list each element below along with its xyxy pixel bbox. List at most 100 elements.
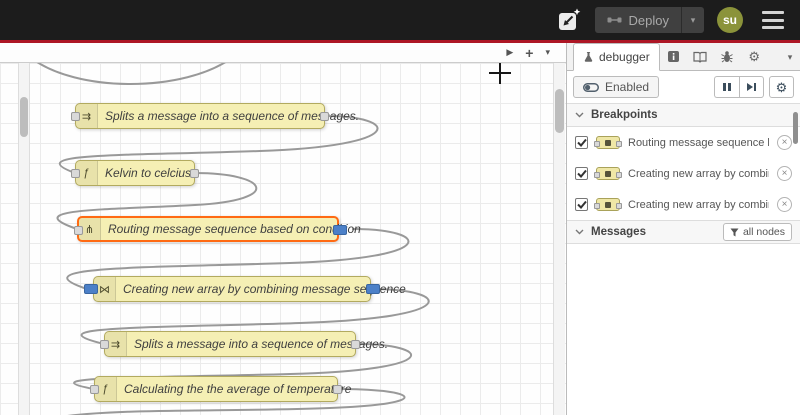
- flow-node-routing[interactable]: ⋔ Routing message sequence based on cond…: [74, 216, 361, 242]
- pause-icon: [722, 82, 732, 92]
- canvas-scrollbar[interactable]: [553, 63, 565, 415]
- debugger-panel: Breakpoints Routing message sequence ba …: [567, 103, 800, 415]
- deploy-button[interactable]: Deploy ▾: [594, 7, 704, 33]
- tab-info[interactable]: [660, 43, 687, 70]
- flow-node-kelvin[interactable]: ƒ Kelvin to celcius: [71, 160, 199, 186]
- deploy-main[interactable]: Deploy: [595, 7, 681, 33]
- deploy-icon: [607, 14, 622, 26]
- node-label: Routing message sequence based on condit…: [108, 222, 361, 236]
- canvas-scrollbar-thumb[interactable]: [555, 89, 564, 133]
- chevron-down-icon: [575, 229, 584, 235]
- tab-config[interactable]: ⚙: [741, 43, 768, 70]
- node-label: Calculating the the average of temperatu…: [124, 382, 352, 396]
- input-port[interactable]: [71, 169, 80, 178]
- flask-icon: [583, 51, 594, 63]
- sidebar-more-tabs-icon[interactable]: ▾: [780, 52, 800, 70]
- output-port[interactable]: [333, 385, 342, 394]
- workspace: ▶ + ▾ ⇉ Splits a message into a sequence…: [0, 43, 566, 415]
- menu-icon[interactable]: [762, 11, 784, 29]
- flow-canvas[interactable]: ⇉ Splits a message into a sequence of me…: [0, 63, 566, 415]
- deploy-label: Deploy: [628, 12, 669, 28]
- breakpoint-label: Creating new array by combini: [628, 167, 769, 180]
- book-icon: [693, 51, 707, 63]
- input-port[interactable]: [90, 385, 99, 394]
- flow-list-icon[interactable]: ▾: [545, 48, 550, 57]
- remove-breakpoint-button[interactable]: ×: [777, 166, 792, 181]
- export-icon[interactable]: [556, 7, 582, 33]
- node-icon: [594, 136, 622, 149]
- input-port[interactable]: [71, 112, 80, 121]
- breakpoint-checkbox[interactable]: [575, 198, 588, 211]
- left-scrollbar-thumb[interactable]: [20, 97, 28, 137]
- tab-debugger-label: debugger: [599, 50, 650, 64]
- close-icon: ×: [781, 137, 788, 148]
- close-icon: ×: [781, 168, 788, 179]
- sidebar-scrollbar-thumb[interactable]: [793, 112, 798, 144]
- flow-node-split-1[interactable]: ⇉ Splits a message into a sequence of me…: [71, 103, 359, 129]
- output-port[interactable]: [320, 112, 329, 121]
- info-icon: [667, 50, 680, 63]
- messages-section-header[interactable]: Messages all nodes: [567, 220, 800, 244]
- breakpoint-row[interactable]: Creating new array by combini ×: [567, 158, 800, 189]
- toggle-icon: [583, 82, 599, 92]
- messages-title: Messages: [591, 226, 646, 238]
- step-icon: [746, 82, 757, 92]
- output-port[interactable]: [351, 340, 360, 349]
- pause-button[interactable]: [714, 76, 739, 98]
- breakpoint-checkbox[interactable]: [575, 167, 588, 180]
- enabled-label: Enabled: [605, 80, 650, 94]
- node-icon: [594, 167, 622, 180]
- main-area: ▶ + ▾ ⇉ Splits a message into a sequence…: [0, 43, 800, 415]
- user-avatar[interactable]: su: [717, 7, 743, 33]
- flow-node-average[interactable]: ƒ Calculating the the average of tempera…: [90, 376, 351, 402]
- chevron-down-icon: [575, 112, 584, 118]
- node-red-window: Deploy ▾ su ▶ + ▾ ⇉ Splits a message int…: [0, 0, 800, 415]
- debugger-toolbar: Enabled ⚙: [567, 71, 800, 103]
- gear-icon: ⚙: [775, 79, 788, 95]
- chevron-down-icon: ▾: [690, 14, 696, 25]
- remove-breakpoint-button[interactable]: ×: [777, 197, 792, 212]
- enabled-toggle-button[interactable]: Enabled: [573, 76, 660, 98]
- add-flow-icon[interactable]: +: [525, 46, 533, 60]
- breakpoint-label: Creating new array by combini: [628, 198, 769, 211]
- flow-node-join[interactable]: ⋈ Creating new array by combining messag…: [84, 276, 406, 302]
- output-port[interactable]: [190, 169, 199, 178]
- breakpoints-section-header[interactable]: Breakpoints: [567, 103, 800, 127]
- scroll-tabs-right-icon[interactable]: ▶: [506, 48, 513, 57]
- remove-breakpoint-button[interactable]: ×: [777, 135, 792, 150]
- node-icon: [594, 198, 622, 211]
- close-icon: ×: [781, 199, 788, 210]
- paused-input-port[interactable]: [84, 284, 98, 294]
- tab-help[interactable]: [687, 43, 714, 70]
- sidebar: debugger ⚙ ▾ Enabled ⚙ Breakpoints Routi…: [566, 43, 800, 415]
- breakpoint-row[interactable]: Creating new array by combini ×: [567, 189, 800, 220]
- funnel-icon: [730, 228, 739, 237]
- tab-debugger[interactable]: debugger: [573, 43, 660, 71]
- flow-tab-bar: ▶ + ▾: [0, 43, 566, 63]
- node-label: Kelvin to celcius: [105, 166, 192, 180]
- bug-icon: [721, 50, 733, 63]
- input-port[interactable]: [100, 340, 109, 349]
- wire: [36, 63, 226, 85]
- flow-node-split-2[interactable]: ⇉ Splits a message into a sequence of me…: [100, 331, 388, 357]
- breakpoint-row[interactable]: Routing message sequence ba ×: [567, 127, 800, 158]
- sidebar-tab-bar: debugger ⚙ ▾: [567, 43, 800, 71]
- breakpoints-title: Breakpoints: [591, 109, 658, 121]
- node-label: Creating new array by combining message …: [123, 282, 406, 296]
- app-header: Deploy ▾ su: [0, 0, 800, 40]
- paused-output-port[interactable]: [333, 225, 347, 235]
- messages-empty-area: [567, 244, 800, 389]
- avatar-initials: su: [722, 13, 737, 27]
- step-button[interactable]: [739, 76, 764, 98]
- debugger-settings-button[interactable]: ⚙: [769, 76, 794, 98]
- filter-label: all nodes: [742, 226, 785, 238]
- left-scrollbar[interactable]: [18, 63, 30, 415]
- breakpoint-label: Routing message sequence ba: [628, 136, 769, 149]
- paused-output-port[interactable]: [366, 284, 380, 294]
- input-port[interactable]: [74, 226, 83, 235]
- breakpoint-checkbox[interactable]: [575, 136, 588, 149]
- message-filter-button[interactable]: all nodes: [722, 223, 792, 241]
- deploy-options-button[interactable]: ▾: [682, 15, 704, 26]
- gear-icon: ⚙: [748, 49, 761, 64]
- tab-debug-messages[interactable]: [714, 43, 741, 70]
